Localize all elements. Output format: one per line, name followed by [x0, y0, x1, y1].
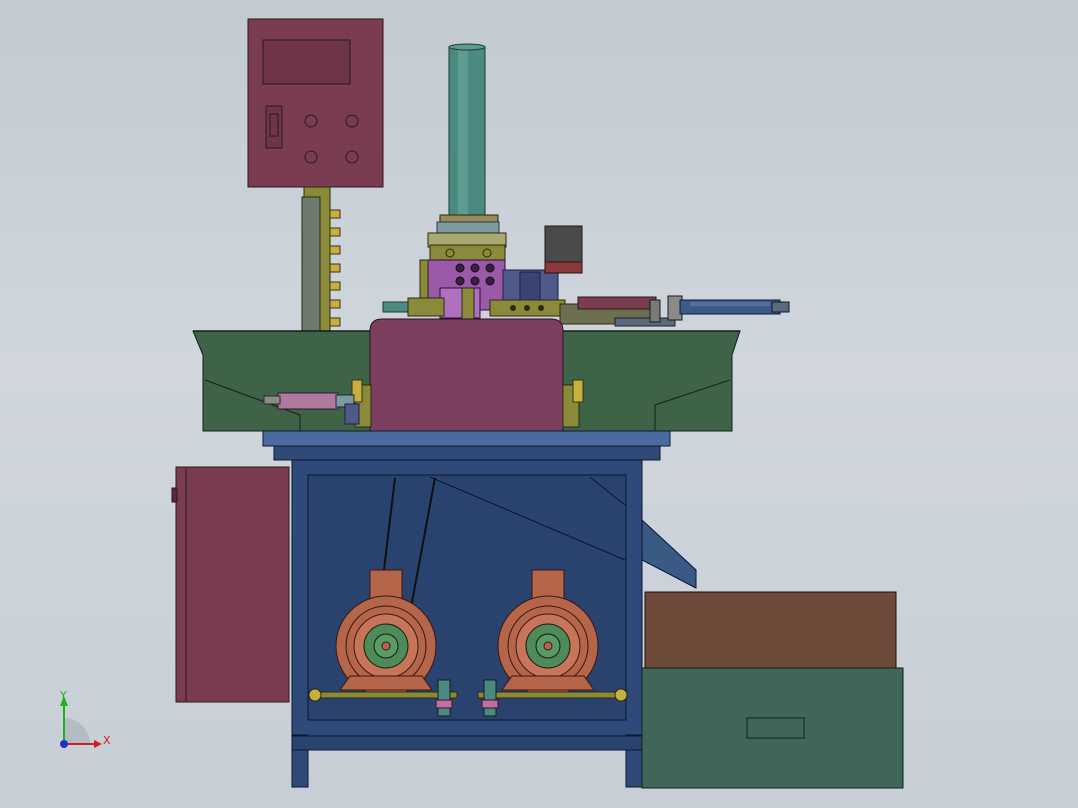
center-guard-panel: [351, 318, 584, 432]
control-display-window: [262, 39, 351, 85]
cad-viewport[interactable]: Y X: [0, 0, 1078, 808]
post-bolts: [329, 209, 341, 345]
triad-z-axis: [60, 740, 68, 748]
pneumatic-actuator: [679, 299, 790, 315]
base-plate: [262, 430, 671, 461]
control-box: [247, 18, 384, 188]
machine-drawing: Y X: [59, 18, 904, 789]
control-switch: [265, 105, 283, 149]
sensor-block: [544, 225, 583, 265]
collection-bin: [641, 591, 904, 789]
bin-drawer-handle[interactable]: [746, 717, 805, 739]
coordinate-triad: Y X: [59, 689, 111, 748]
triad-x-label: X: [103, 734, 111, 747]
electrical-cabinet: [171, 466, 290, 703]
triad-y-label: Y: [59, 689, 67, 702]
vertical-cylinder: [427, 43, 507, 248]
